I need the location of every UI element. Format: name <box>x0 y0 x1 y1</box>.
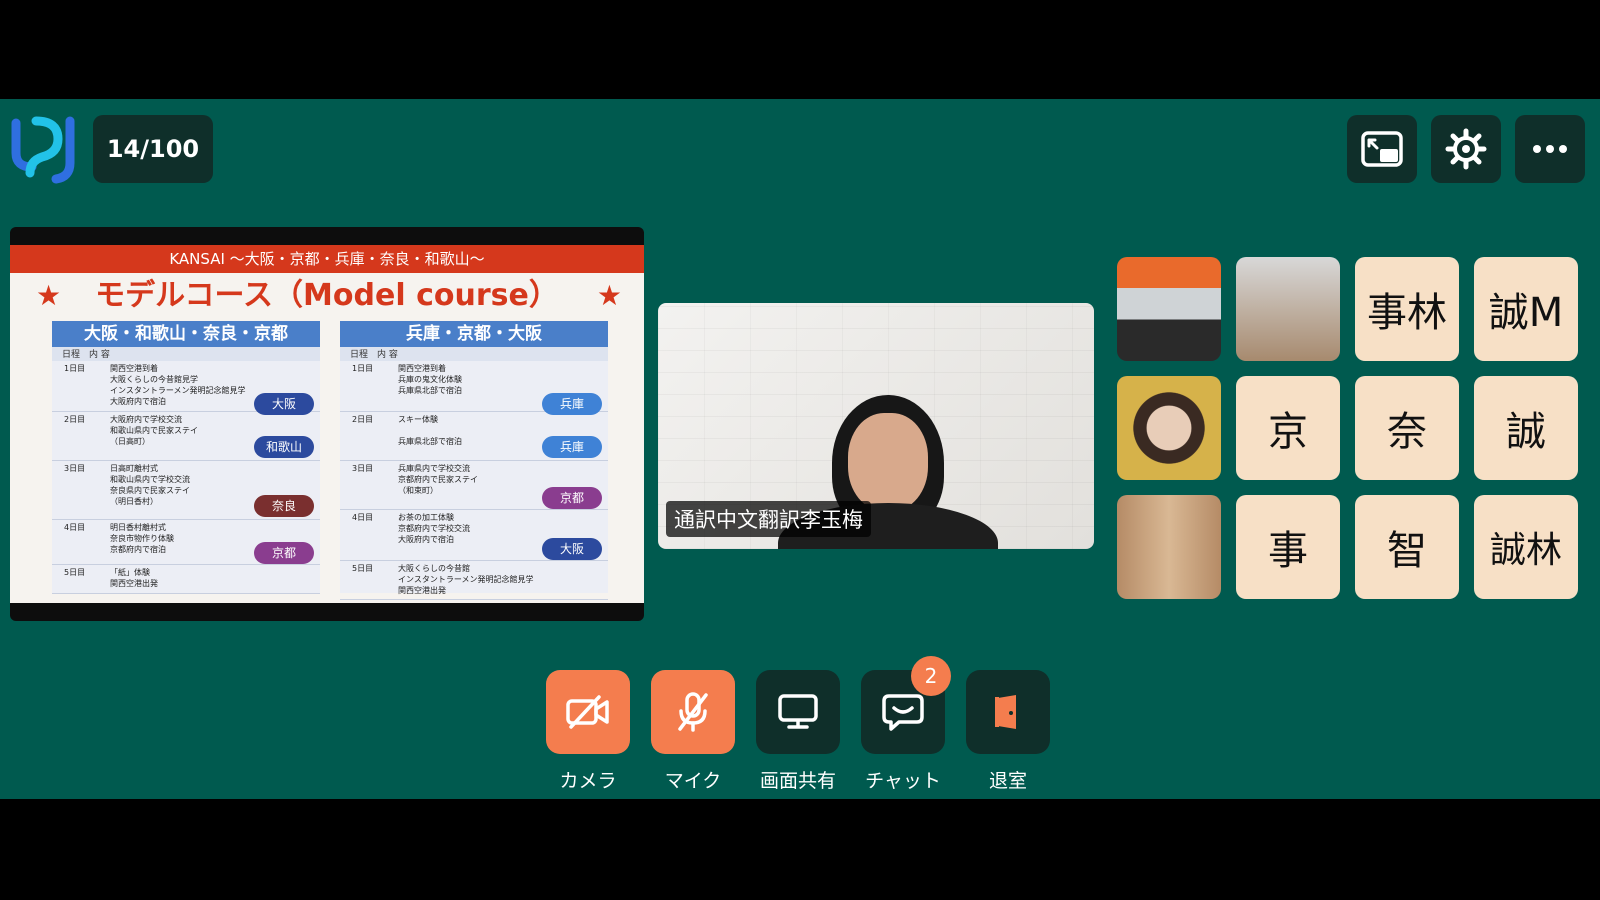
schedule-row: 2日目 スキー体験 兵庫県北部で宿泊 兵庫 <box>340 412 608 461</box>
camera-label: カメラ <box>559 770 617 792</box>
gear-icon <box>1445 128 1487 170</box>
chat-control: 2 チャット <box>861 656 951 793</box>
region-pill: 大阪 <box>542 538 602 560</box>
schedule-row: 1日目 関西空港到着 兵庫の鬼文化体験 兵庫県北部で宿泊 兵庫 <box>340 361 608 415</box>
app-logo-icon <box>11 116 75 184</box>
share-label: 画面共有 <box>759 770 836 792</box>
camera-toggle-button[interactable] <box>546 670 630 754</box>
participant-tile[interactable]: 誠M <box>1474 257 1578 361</box>
participant-video-masked-woman[interactable] <box>1236 257 1340 361</box>
monitor-icon <box>778 694 818 729</box>
schedule-row: 3日目 日高町離村式 和歌山県内で学校交流 奈良県内で民家ステイ （明日香村） 奈良 <box>52 461 320 520</box>
schedule-row: 2日目 大阪府内で学校交流 和歌山県内で民家ステイ （日高町） 和歌山 <box>52 412 320 461</box>
leave-label: 退室 <box>988 770 1027 792</box>
more-dots-icon <box>1533 145 1567 153</box>
participant-tile[interactable]: 誠林 <box>1474 495 1578 599</box>
region-pill: 兵庫 <box>542 436 602 458</box>
slide-counter: 14/100 <box>93 115 213 183</box>
door-exit-icon <box>995 695 1016 729</box>
main-speaker-video[interactable]: 通訳中文翻訳李玉梅 <box>658 303 1094 549</box>
region-pill: 京都 <box>542 487 602 509</box>
schedule-row: 3日目 兵庫県内で学校交流 京都府内で民家ステイ （和束町） 京都 <box>340 461 608 510</box>
mic-off-icon <box>678 692 708 732</box>
participant-tile[interactable]: 事林 <box>1355 257 1459 361</box>
participant-tile[interactable]: 智 <box>1355 495 1459 599</box>
participant-tile[interactable]: 奈 <box>1355 376 1459 480</box>
meeting-app: 14/100 KANSAI 〜大阪・京都・兵庫・奈良・和歌山〜 ★ モデルコース… <box>0 99 1600 799</box>
participant-video-conference-room[interactable] <box>1117 257 1221 361</box>
shared-slide: KANSAI 〜大阪・京都・兵庫・奈良・和歌山〜 ★ モデルコース（Model … <box>10 227 644 621</box>
settings-button[interactable] <box>1431 115 1501 183</box>
picture-in-picture-icon <box>1361 131 1403 167</box>
table-subheader: 日程 内 容 <box>340 347 608 361</box>
speaker-name-label: 通訳中文翻訳李玉梅 <box>666 501 871 537</box>
participant-tile[interactable]: 事 <box>1236 495 1340 599</box>
schedule-row: 1日目 関西空港到着 大阪くらしの今昔館見学 インスタントラーメン発明記念館見学大… <box>52 361 320 415</box>
star-icon: ★ <box>596 279 622 312</box>
table-subheader: 日程 内 容 <box>52 347 320 361</box>
course-heading: 兵庫・京都・大阪 <box>340 321 608 347</box>
region-pill: 京都 <box>254 542 314 564</box>
leave-control: 退室 <box>966 670 1050 793</box>
slide-banner: KANSAI 〜大阪・京都・兵庫・奈良・和歌山〜 <box>10 245 644 273</box>
slide-title: ★ モデルコース（Model course） ★ <box>10 273 644 319</box>
mic-control: マイク <box>651 670 735 793</box>
star-icon: ★ <box>36 279 62 312</box>
more-options-button[interactable] <box>1515 115 1585 183</box>
chat-unread-badge: 2 <box>911 656 951 696</box>
participant-tile[interactable]: 誠 <box>1474 376 1578 480</box>
course-column-left: 大阪・和歌山・奈良・京都 日程 内 容 1日目 関西空港到着 大阪くらしの今昔館見… <box>52 321 320 594</box>
camera-off-icon <box>566 695 609 729</box>
region-pill: 奈良 <box>254 495 314 517</box>
schedule-row: 4日目 明日香村離村式 奈良市物作り体験 京都府内で宿泊 京都 <box>52 520 320 565</box>
leave-room-button[interactable] <box>966 670 1050 754</box>
chat-button[interactable]: 2 <box>861 656 951 754</box>
camera-control: カメラ <box>546 670 630 793</box>
schedule-row: 4日目 お茶の加工体験 京都府内で学校交流 大阪府内で宿泊 大阪 <box>340 510 608 561</box>
participant-video-woman-headset[interactable] <box>1117 495 1221 599</box>
participant-video-masked-woman-yellow[interactable] <box>1117 376 1221 480</box>
share-control: 画面共有 <box>756 670 840 793</box>
screen-share-button[interactable] <box>756 670 840 754</box>
mic-label: マイク <box>664 770 722 792</box>
course-heading: 大阪・和歌山・奈良・京都 <box>52 321 320 347</box>
chat-label: チャット <box>865 770 941 792</box>
course-column-right: 兵庫・京都・大阪 日程 内 容 1日目 関西空港到着 兵庫の鬼文化体験 兵庫県北部… <box>340 321 608 600</box>
mic-toggle-button[interactable] <box>651 670 735 754</box>
picture-in-picture-button[interactable] <box>1347 115 1417 183</box>
participant-tile[interactable]: 京 <box>1236 376 1340 480</box>
chat-bubble-icon <box>882 694 924 731</box>
schedule-row: 5日目 「紙」体験 関西空港出発 <box>52 565 320 594</box>
region-pill: 和歌山 <box>254 436 314 458</box>
schedule-row: 5日目 大阪くらしの今昔館 インスタントラーメン発明記念館見学 関西空港出発 <box>340 561 608 600</box>
